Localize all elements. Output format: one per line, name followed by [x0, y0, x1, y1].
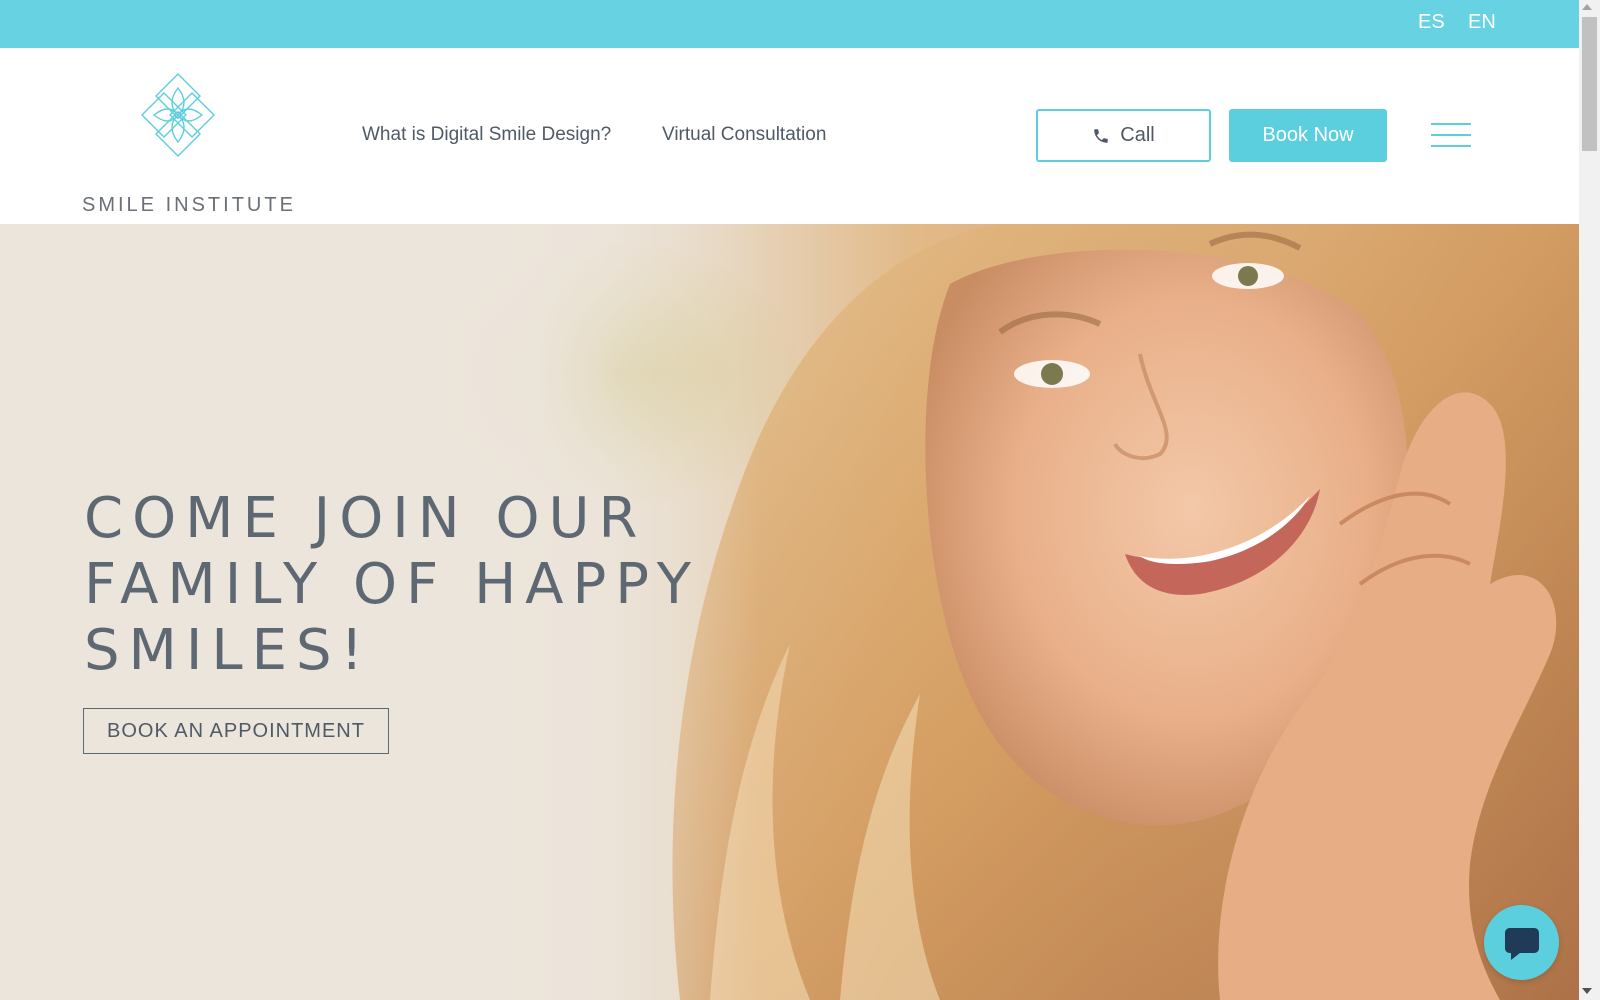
scrollbar-thumb[interactable]: [1582, 17, 1597, 151]
language-en-link[interactable]: EN: [1468, 11, 1496, 34]
hero-title-line: SMILES!: [84, 618, 372, 683]
language-bar: ES EN: [0, 0, 1579, 48]
book-appointment-button[interactable]: BOOK AN APPOINTMENT: [83, 708, 389, 754]
scroll-up-arrow-icon[interactable]: [1582, 4, 1592, 10]
language-es-link[interactable]: ES: [1418, 11, 1445, 34]
logo[interactable]: SMILE INSTITUTE: [80, 70, 293, 216]
call-button-label: Call: [1120, 124, 1155, 146]
call-button[interactable]: Call: [1036, 109, 1211, 162]
hamburger-menu-icon[interactable]: [1431, 123, 1471, 149]
flower-logo-icon: [141, 73, 215, 157]
nav-digital-smile-design[interactable]: What is Digital Smile Design?: [362, 124, 611, 146]
phone-icon: [1094, 128, 1109, 143]
book-appointment-label: BOOK AN APPOINTMENT: [107, 719, 365, 742]
hero-title: COME JOIN OUR FAMILY OF HAPPY SMILES!: [84, 486, 704, 684]
book-now-label: Book Now: [1262, 124, 1354, 146]
hero-title-line: FAMILY OF HAPPY: [84, 552, 701, 617]
logo-text: SMILE INSTITUTE: [82, 194, 296, 216]
nav-virtual-consultation[interactable]: Virtual Consultation: [662, 124, 826, 146]
hamburger-line: [1431, 134, 1471, 136]
hero-title-line: COME JOIN OUR: [84, 486, 647, 551]
book-now-button[interactable]: Book Now: [1229, 109, 1387, 162]
chat-bubble-icon: [1504, 927, 1539, 960]
hamburger-line: [1431, 123, 1471, 125]
scroll-down-arrow-icon[interactable]: [1582, 988, 1592, 994]
hero-section: COME JOIN OUR FAMILY OF HAPPY SMILES! BO…: [0, 224, 1579, 1000]
chat-widget-button[interactable]: [1484, 905, 1559, 980]
hamburger-line: [1431, 145, 1471, 147]
site-header: SMILE INSTITUTE What is Digital Smile De…: [0, 48, 1579, 224]
